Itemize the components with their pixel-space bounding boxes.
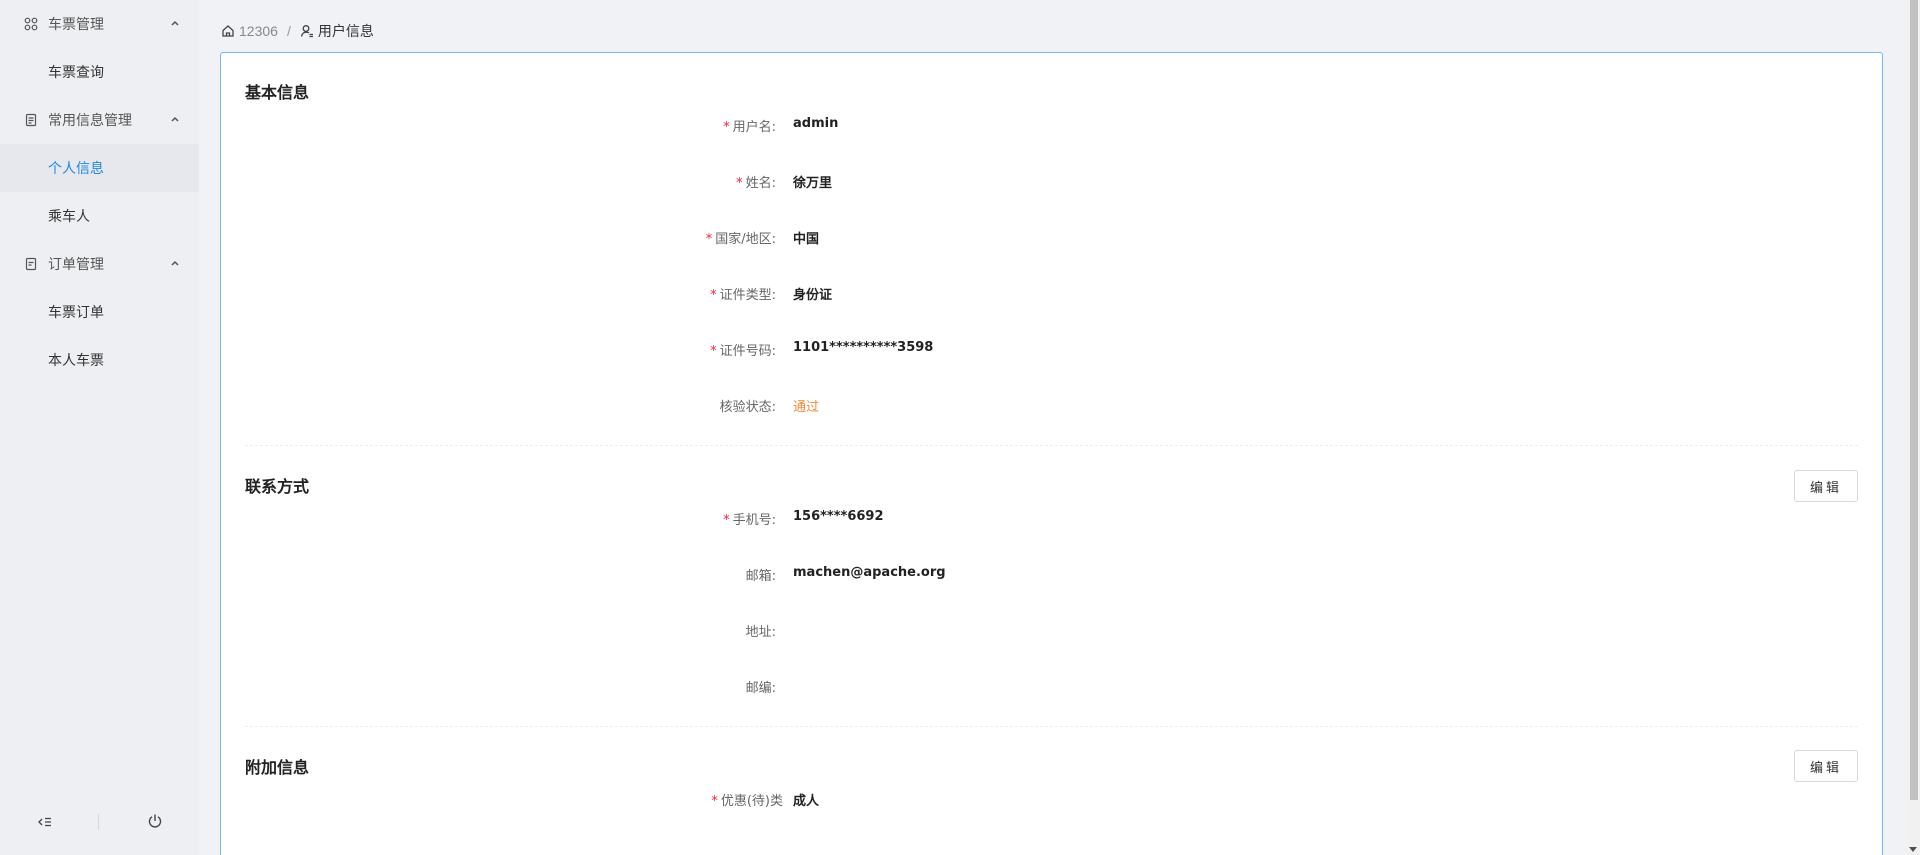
field-value-id-number: 1101**********3598 — [793, 340, 934, 355]
sidebar-item-my-tickets[interactable]: 本人车票 — [0, 336, 199, 384]
edit-extra-button[interactable]: 编辑 — [1794, 750, 1858, 782]
field-row-discount-type: * 优惠(待)类 成人 — [221, 790, 1882, 810]
footer-divider — [98, 814, 99, 830]
sidebar-item-label: 个人信息 — [48, 160, 104, 176]
sidebar-item-personal-info[interactable]: 个人信息 — [0, 144, 199, 192]
section-divider — [245, 726, 1858, 727]
home-icon — [222, 25, 234, 37]
section-title-extra: 附加信息 — [245, 758, 310, 777]
required-marker: * — [710, 344, 717, 359]
section-divider — [245, 445, 1858, 446]
document-icon — [24, 113, 38, 127]
required-marker: * — [723, 120, 730, 135]
menu-group-label: 常用信息管理 — [48, 112, 132, 128]
sidebar: 车票管理 车票查询 常用信息管理 个人信息 乘车人 订单管理 车票订单 本人车票 — [0, 0, 199, 855]
sidebar-item-ticket-orders[interactable]: 车票订单 — [0, 288, 199, 336]
field-row-username: * 用户名: admin — [221, 116, 1882, 136]
field-row-name: * 姓名: 徐万里 — [221, 172, 1882, 192]
menu-group-common-info[interactable]: 常用信息管理 — [0, 96, 199, 144]
apps-icon — [24, 17, 38, 31]
field-label: * 证件类型: — [710, 288, 776, 303]
chevron-up-icon — [171, 116, 179, 122]
field-row-id-number: * 证件号码: 1101**********3598 — [221, 340, 1882, 360]
field-label: * 证件号码: — [710, 344, 776, 359]
field-label: * 用户名: — [723, 120, 776, 135]
sidebar-item-label: 乘车人 — [48, 208, 90, 224]
page-scrollbar[interactable] — [1907, 0, 1920, 855]
field-label: 核验状态: — [719, 400, 776, 415]
field-row-id-type: * 证件类型: 身份证 — [221, 284, 1882, 304]
field-row-address: 地址: — [221, 621, 1882, 641]
breadcrumb-current-label: 用户信息 — [317, 23, 374, 39]
field-label: 地址: — [745, 625, 776, 640]
breadcrumb-home[interactable]: 12306 — [221, 23, 278, 39]
required-marker: * — [723, 513, 730, 528]
chevron-up-icon — [171, 260, 179, 266]
field-value-email: machen@apache.org — [793, 565, 946, 580]
field-row-email: 邮箱: machen@apache.org — [221, 565, 1882, 585]
scroll-down-arrow-icon[interactable] — [1909, 847, 1917, 852]
field-value-id-type: 身份证 — [793, 288, 833, 303]
field-value-country: 中国 — [793, 232, 820, 247]
sidebar-item-ticket-query[interactable]: 车票查询 — [0, 48, 199, 96]
field-row-postcode: 邮编: — [221, 677, 1882, 697]
sidebar-item-label: 车票订单 — [48, 304, 104, 320]
field-value-name: 徐万里 — [793, 176, 833, 191]
power-icon[interactable] — [147, 813, 163, 829]
field-row-country: * 国家/地区: 中国 — [221, 228, 1882, 248]
field-label: * 手机号: — [723, 513, 776, 528]
menu-group-order-management[interactable]: 订单管理 — [0, 240, 199, 288]
order-icon — [24, 257, 38, 271]
menu-group-label: 车票管理 — [48, 16, 104, 32]
sidebar-item-label: 本人车票 — [48, 352, 104, 368]
field-row-phone: * 手机号: 156****6692 — [221, 509, 1882, 529]
section-title-contact: 联系方式 — [245, 477, 310, 496]
field-row-verify-status: 核验状态: 通过 — [221, 396, 1882, 416]
sidebar-footer — [0, 789, 199, 855]
field-value-phone: 156****6692 — [793, 509, 884, 524]
chevron-up-icon — [171, 20, 179, 26]
field-label: 邮箱: — [745, 569, 776, 584]
user-icon — [300, 25, 313, 38]
status-badge: 通过 — [793, 400, 820, 415]
required-marker: * — [736, 176, 743, 191]
breadcrumb-separator: / — [286, 23, 291, 39]
menu-group-ticket-management[interactable]: 车票管理 — [0, 0, 199, 48]
user-info-card: 基本信息 * 用户名: admin * 姓名: 徐万里 * 国家/地区: 中国 * 证件… — [220, 52, 1883, 855]
field-value-username: admin — [793, 116, 839, 131]
edit-contact-button[interactable]: 编辑 — [1794, 470, 1858, 502]
field-label: 邮编: — [745, 681, 776, 696]
field-value-discount-type: 成人 — [793, 794, 820, 809]
scrollbar-thumb[interactable] — [1910, 0, 1918, 800]
section-title-basic: 基本信息 — [245, 83, 310, 102]
required-marker: * — [705, 232, 713, 247]
sidebar-item-label: 车票查询 — [48, 64, 104, 80]
sidebar-item-passengers[interactable]: 乘车人 — [0, 192, 199, 240]
breadcrumb-current: 用户信息 — [300, 21, 374, 41]
required-marker: * — [711, 794, 718, 809]
required-marker: * — [710, 288, 717, 303]
field-label: * 姓名: — [736, 176, 776, 191]
field-label: * 优惠(待)类 — [711, 794, 783, 809]
menu-group-label: 订单管理 — [48, 256, 104, 272]
breadcrumb: 12306 / 用户信息 — [221, 22, 374, 40]
field-label: * 国家/地区: — [705, 232, 776, 247]
breadcrumb-home-label: 12306 — [239, 23, 278, 39]
collapse-sidebar-icon[interactable] — [37, 814, 53, 830]
